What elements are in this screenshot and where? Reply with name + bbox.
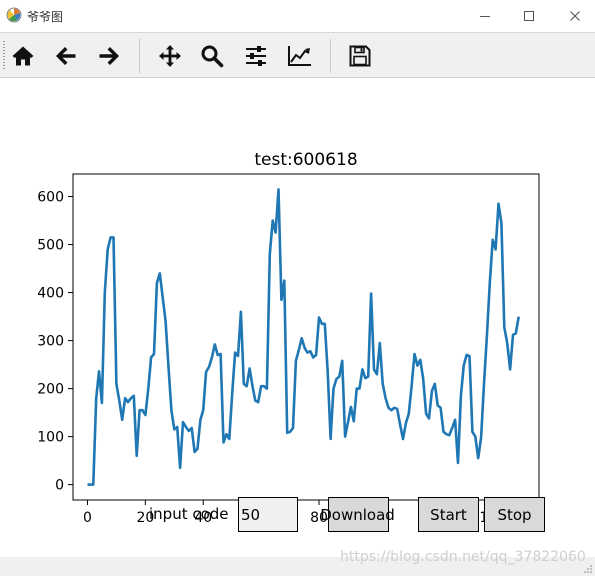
forward-button[interactable] (95, 42, 123, 70)
x-tick-label: 0 (83, 510, 92, 526)
zoom-icon (201, 45, 224, 68)
stop-button[interactable]: Stop (484, 497, 545, 532)
edit-axes-button[interactable] (286, 42, 314, 70)
window-title: 爷爷图 (27, 10, 64, 24)
toolbar-separator (139, 39, 140, 73)
close-icon (570, 11, 580, 21)
zoom-button[interactable] (198, 42, 226, 70)
maximize-button[interactable] (506, 0, 552, 32)
window-titlebar: 爷爷图 (0, 0, 595, 32)
chart[interactable]: test:600618 020406080100120140 010020030… (0, 78, 595, 568)
y-tick-label: 500 (37, 238, 64, 254)
y-tick-label: 200 (37, 382, 64, 398)
pan-button[interactable] (156, 42, 184, 70)
forward-icon (99, 47, 119, 65)
matplotlib-icon (6, 7, 22, 23)
plot-area[interactable] (72, 173, 540, 501)
y-tick-label: 0 (55, 478, 64, 494)
start-button[interactable]: Start (418, 497, 479, 532)
back-icon (56, 47, 76, 65)
download-button-label: Download (320, 505, 395, 524)
y-tick-label: 100 (37, 430, 64, 446)
toolbar-separator (330, 39, 331, 73)
y-tick-label: 300 (37, 334, 64, 350)
back-button[interactable] (52, 42, 80, 70)
chart-title: test:600618 (254, 150, 357, 170)
navigation-toolbar (0, 32, 595, 78)
input-code-label: input code (149, 505, 229, 523)
minimize-button[interactable] (462, 0, 508, 32)
minimize-icon (480, 16, 490, 17)
y-axis: 0 100 200 300 400 500 600 (37, 190, 73, 494)
configure-subplots-icon (246, 46, 266, 66)
save-icon (349, 45, 371, 67)
watermark: https://blog.csdn.net/qq_37822060 (340, 549, 586, 565)
home-icon (12, 46, 34, 66)
home-button[interactable] (9, 42, 37, 70)
y-tick-label: 400 (37, 286, 64, 302)
configure-subplots-button[interactable] (242, 42, 270, 70)
edit-axes-icon (288, 46, 311, 66)
code-input[interactable] (238, 497, 298, 532)
save-button[interactable] (346, 42, 374, 70)
download-button[interactable]: Download (320, 497, 395, 532)
y-tick-label: 600 (37, 190, 64, 206)
resize-grip-icon[interactable] (583, 564, 593, 574)
maximize-icon (524, 11, 534, 21)
close-button[interactable] (552, 0, 595, 32)
toolbar-grip[interactable] (3, 41, 5, 71)
pan-icon (159, 45, 181, 67)
